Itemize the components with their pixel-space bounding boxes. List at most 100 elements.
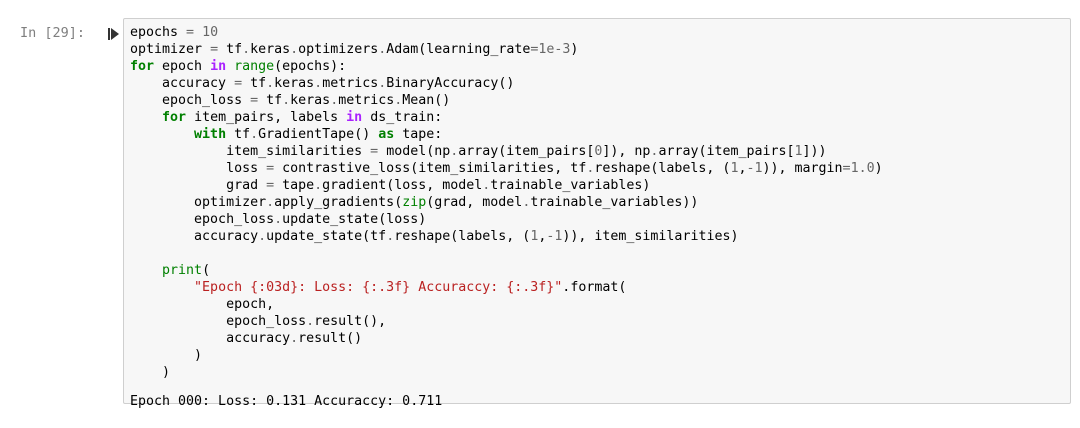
- code-token: tape:: [394, 127, 443, 142]
- code-token: gradient(loss, model: [322, 178, 483, 193]
- code-token: optimizer: [130, 42, 211, 57]
- code-token: trainable_variables): [490, 178, 651, 193]
- code-token: print: [162, 263, 203, 278]
- code-token: =: [842, 161, 851, 176]
- code-token: .: [266, 195, 275, 210]
- code-token: .: [258, 229, 267, 244]
- code-token: loss: [130, 161, 267, 176]
- code-token: grad: [130, 178, 267, 193]
- code-token: .: [274, 212, 283, 227]
- code-token: (: [202, 263, 211, 278]
- code-line: item_similarities = model(np.array(item_…: [130, 143, 1070, 160]
- code-token: ): [130, 365, 171, 380]
- code-token: -1: [546, 229, 563, 244]
- code-token: "Epoch {:03d}: Loss: {:.3f} Accuraccy: {…: [194, 280, 563, 295]
- code-token: optimizers: [298, 42, 379, 57]
- code-line: print(: [130, 262, 1070, 279]
- code-line: optimizer.apply_gradients(zip(grad, mode…: [130, 194, 1070, 211]
- code-token: epochs: [130, 25, 187, 40]
- code-token: in: [210, 59, 227, 74]
- code-token: .: [266, 76, 275, 91]
- code-line: epochs = 10: [130, 24, 1070, 41]
- code-token: tf: [218, 42, 243, 57]
- code-token: metrics: [322, 76, 379, 91]
- code-token: ): [570, 42, 579, 57]
- code-token: with: [194, 127, 227, 142]
- code-token: =: [266, 178, 275, 193]
- code-token: )), item_similarities): [562, 229, 739, 244]
- code-token: in: [346, 110, 363, 125]
- code-token: =: [370, 144, 379, 159]
- code-token: range: [234, 59, 275, 74]
- code-token: array(item_pairs[: [458, 144, 595, 159]
- code-token: as: [378, 127, 395, 142]
- code-token: .: [242, 42, 251, 57]
- code-token: keras: [250, 42, 291, 57]
- code-token: ])): [802, 144, 827, 159]
- code-token: .: [250, 127, 259, 142]
- code-line: epoch_loss.update_state(loss): [130, 211, 1070, 228]
- code-token: metrics: [338, 93, 395, 108]
- code-token: Mean(): [402, 93, 451, 108]
- code-token: .: [330, 93, 339, 108]
- code-token: tf: [226, 127, 251, 142]
- code-token: tape: [274, 178, 315, 193]
- code-token: ): [874, 161, 883, 176]
- code-token: item_pairs, labels: [186, 110, 347, 125]
- code-token: Adam(learning_rate: [386, 42, 531, 57]
- code-token: =: [266, 161, 275, 176]
- code-token: epoch: [154, 59, 211, 74]
- code-line: epoch_loss = tf.keras.metrics.Mean(): [130, 92, 1070, 109]
- code-line: "Epoch {:03d}: Loss: {:.3f} Accuraccy: {…: [130, 279, 1070, 296]
- code-token: =: [186, 25, 195, 40]
- code-token: format(: [570, 280, 627, 295]
- code-token: =: [250, 93, 259, 108]
- code-line: epoch_loss.result(),: [130, 313, 1070, 330]
- code-line: accuracy.result(): [130, 330, 1070, 347]
- code-input-area[interactable]: epochs = 10 optimizer = tf.keras.optimize…: [123, 18, 1071, 404]
- code-line: accuracy.update_state(tf.reshape(labels,…: [130, 228, 1070, 245]
- code-token: reshape(labels, (: [594, 161, 731, 176]
- code-token: reshape(labels, (: [394, 229, 531, 244]
- code-token: (epochs):: [274, 59, 347, 74]
- code-line: for item_pairs, labels in ds_train:: [130, 109, 1070, 126]
- code-token: update_state(tf: [266, 229, 387, 244]
- code-token: epoch_loss: [130, 314, 307, 329]
- code-token: for: [162, 110, 187, 125]
- code-line: grad = tape.gradient(loss, model.trainab…: [130, 177, 1070, 194]
- code-token: .: [306, 314, 315, 329]
- code-token: (grad, model: [426, 195, 523, 210]
- code-token: keras: [274, 76, 315, 91]
- code-token: ): [130, 348, 203, 363]
- code-token: item_similarities: [130, 144, 371, 159]
- code-token: update_state(loss): [282, 212, 427, 227]
- code-token: accuracy: [130, 76, 235, 91]
- code-token: result(): [298, 331, 363, 346]
- code-token: accuracy: [130, 331, 291, 346]
- code-token: =: [234, 76, 243, 91]
- code-token: ds_train:: [362, 110, 443, 125]
- code-token: .: [290, 331, 299, 346]
- code-token: result(),: [314, 314, 387, 329]
- code-line: with tf.GradientTape() as tape:: [130, 126, 1070, 143]
- code-line: optimizer = tf.keras.optimizers.Adam(lea…: [130, 41, 1070, 58]
- code-token: .: [290, 42, 299, 57]
- code-token: epoch_loss: [130, 93, 251, 108]
- code-token: GradientTape(): [258, 127, 379, 142]
- code-token: 10: [202, 25, 219, 40]
- code-line: ): [130, 347, 1070, 364]
- code-token: 1: [794, 144, 803, 159]
- code-token: tf: [242, 76, 267, 91]
- code-token: keras: [290, 93, 331, 108]
- run-cell-icon[interactable]: [108, 27, 120, 41]
- code-token: ]), np: [602, 144, 651, 159]
- code-token: array(item_pairs[: [658, 144, 795, 159]
- code-line: accuracy = tf.keras.metrics.BinaryAccura…: [130, 75, 1070, 92]
- code-token: .: [282, 93, 291, 108]
- code-token: epoch_loss: [130, 212, 275, 227]
